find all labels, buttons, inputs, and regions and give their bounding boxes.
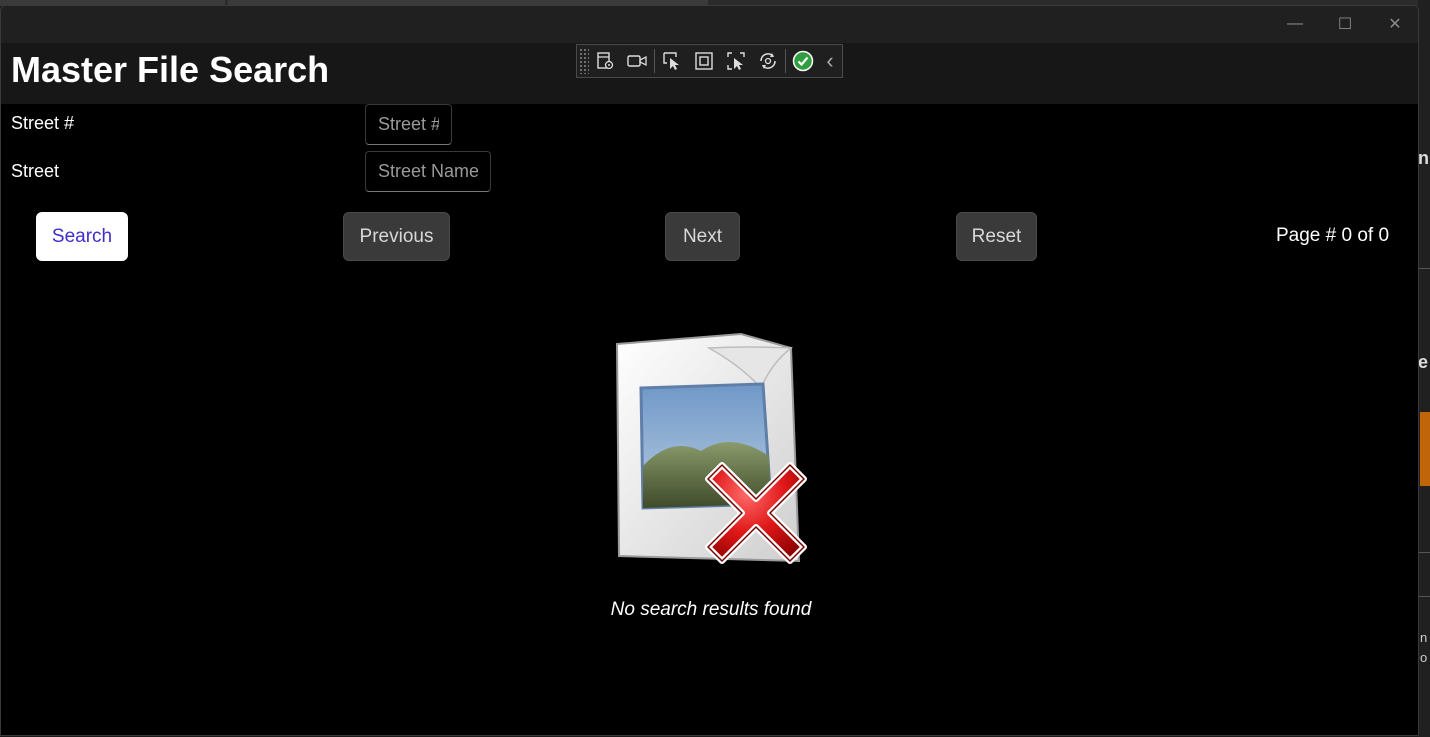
background-divider <box>1418 596 1430 597</box>
background-text: n <box>1418 148 1429 168</box>
street-number-label: Street # <box>11 113 75 133</box>
collapse-icon[interactable]: ‹ <box>819 46 841 76</box>
street-number-input[interactable] <box>365 104 452 145</box>
previous-button[interactable]: Previous <box>343 212 450 261</box>
background-accent <box>1420 412 1430 486</box>
select-element-icon[interactable] <box>656 46 688 76</box>
hot-reload-icon[interactable] <box>752 46 784 76</box>
toolbar-separator <box>654 49 655 73</box>
no-image-icon <box>611 326 821 581</box>
title-bar[interactable]: — ☐ ✕ <box>1 6 1418 43</box>
search-button[interactable]: Search <box>36 212 128 261</box>
toolbar-separator <box>785 49 786 73</box>
page-counter: Page # 0 of 0 <box>1276 225 1390 246</box>
no-results-message: No search results found <box>610 599 812 620</box>
track-focus-icon[interactable] <box>720 46 752 76</box>
reset-button[interactable]: Reset <box>956 212 1037 261</box>
background-text: e <box>1418 352 1429 372</box>
maximize-button[interactable]: ☐ <box>1320 6 1370 41</box>
record-icon[interactable] <box>621 46 653 76</box>
minimize-button[interactable]: — <box>1270 6 1320 41</box>
layout-adorners-icon[interactable] <box>688 46 720 76</box>
page-title: Master File Search <box>11 49 330 90</box>
background-window: n e n o <box>1418 0 1430 737</box>
toolbar-grip[interactable] <box>579 48 589 74</box>
street-label: Street <box>11 161 60 181</box>
background-text: o <box>1420 650 1428 665</box>
street-name-input[interactable] <box>365 151 491 192</box>
binding-check-icon[interactable] <box>787 46 819 76</box>
debug-toolbar: ‹ <box>576 44 843 78</box>
app-window: — ☐ ✕ Master File Search ‹ Street # Stre… <box>0 5 1419 736</box>
live-visual-tree-icon[interactable] <box>589 46 621 76</box>
background-divider <box>1418 268 1430 269</box>
background-divider <box>1418 552 1430 553</box>
close-button[interactable]: ✕ <box>1370 6 1418 41</box>
next-button[interactable]: Next <box>665 212 740 261</box>
background-text: n <box>1420 630 1428 645</box>
